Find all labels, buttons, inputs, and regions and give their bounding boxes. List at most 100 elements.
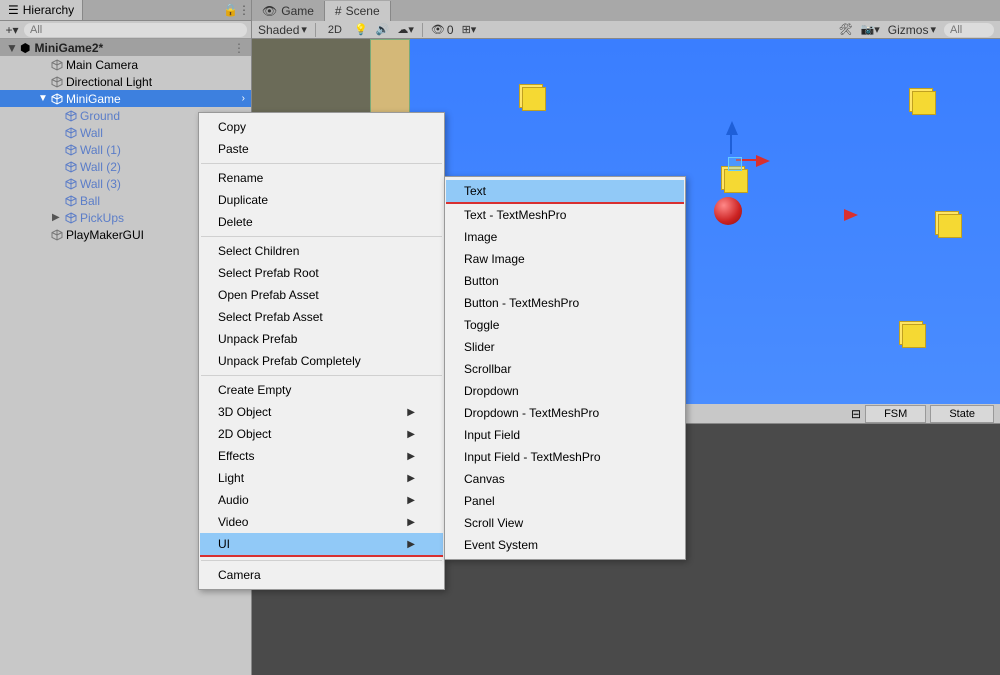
menu-icon[interactable]: ⋮	[237, 3, 251, 17]
scene-options-icon[interactable]: ⋮	[233, 41, 251, 55]
gizmos-dropdown[interactable]: Gizmos ▾	[888, 23, 936, 37]
hierarchy-item-label: PlayMakerGUI	[66, 228, 144, 242]
menu-item-create-empty[interactable]: Create Empty	[200, 379, 443, 401]
menu-item-rename[interactable]: Rename	[200, 167, 443, 189]
menu-item-input-field-textmeshpro[interactable]: Input Field - TextMeshPro	[446, 446, 684, 468]
ball-object[interactable]	[714, 197, 742, 225]
menu-item-input-field[interactable]: Input Field	[446, 424, 684, 446]
menu-item-audio[interactable]: Audio▶	[200, 489, 443, 511]
scene-name: MiniGame2*	[34, 41, 103, 55]
fx-icon[interactable]: ☁▾	[397, 23, 414, 36]
add-button[interactable]: +▾	[4, 22, 20, 38]
expand-icon[interactable]: ▶	[52, 212, 62, 223]
transform-gizmo-secondary[interactable]	[796, 193, 836, 233]
state-button[interactable]: State	[930, 405, 994, 423]
tab-game[interactable]: 👁 Game	[252, 1, 325, 21]
menu-item-text-textmeshpro[interactable]: Text - TextMeshPro	[446, 204, 684, 226]
pickup-cube[interactable]	[902, 324, 928, 350]
submenu-arrow-icon: ▶	[377, 407, 415, 418]
scene-tab-bar: 👁 Game # Scene	[252, 0, 1000, 21]
menu-item-dropdown-textmeshpro[interactable]: Dropdown - TextMeshPro	[446, 402, 684, 424]
hierarchy-item[interactable]: Main Camera	[0, 56, 251, 73]
menu-item-slider[interactable]: Slider	[446, 336, 684, 358]
menu-item-duplicate[interactable]: Duplicate	[200, 189, 443, 211]
hierarchy-item[interactable]: Directional Light	[0, 73, 251, 90]
expand-icon[interactable]: ▼	[38, 93, 48, 104]
scene-search-input[interactable]	[944, 23, 994, 37]
menu-item-label: Input Field - TextMeshPro	[464, 450, 601, 464]
mode-2d-button[interactable]: 2D	[324, 24, 346, 36]
menu-item-event-system[interactable]: Event System	[446, 534, 684, 556]
menu-item-label: Light	[218, 471, 244, 485]
context-menu-main: CopyPaste RenameDuplicateDelete Select Chi…	[198, 112, 445, 590]
fsm-button[interactable]: FSM	[865, 405, 926, 423]
menu-item-label: Input Field	[464, 428, 520, 442]
lock-icon[interactable]: 🔒	[223, 3, 237, 17]
menu-item-text[interactable]: Text	[446, 180, 684, 202]
menu-item-2d-object[interactable]: 2D Object▶	[200, 423, 443, 445]
tools-icon[interactable]: 🛠	[839, 23, 853, 36]
pickup-cube[interactable]	[912, 91, 938, 117]
menu-item-canvas[interactable]: Canvas	[446, 468, 684, 490]
hierarchy-item-label: Wall (2)	[80, 160, 121, 174]
menu-item-image[interactable]: Image	[446, 226, 684, 248]
game-tab-label: Game	[281, 4, 314, 18]
tab-scene[interactable]: # Scene	[325, 1, 391, 21]
menu-item-label: Open Prefab Asset	[218, 288, 319, 302]
menu-item-toggle[interactable]: Toggle	[446, 314, 684, 336]
menu-item-label: Unpack Prefab Completely	[218, 354, 361, 368]
gameobject-icon	[50, 58, 64, 72]
menu-item-label: Camera	[218, 568, 261, 582]
menu-item-ui[interactable]: UI▶	[200, 533, 443, 555]
scene-header-row[interactable]: ▼ ⬢ MiniGame2* ⋮	[0, 39, 251, 56]
menu-item-label: Button - TextMeshPro	[464, 296, 579, 310]
hierarchy-item-label: Wall (1)	[80, 143, 121, 157]
menu-item-raw-image[interactable]: Raw Image	[446, 248, 684, 270]
menu-item-panel[interactable]: Panel	[446, 490, 684, 512]
menu-item-open-prefab-asset[interactable]: Open Prefab Asset	[200, 284, 443, 306]
camera-icon[interactable]: 📷▾	[861, 23, 880, 36]
prefab-arrow-icon[interactable]: ›	[242, 93, 251, 104]
visibility-toggle[interactable]: 👁0	[431, 23, 454, 37]
menu-item-paste[interactable]: Paste	[200, 138, 443, 160]
menu-item-video[interactable]: Video▶	[200, 511, 443, 533]
audio-icon[interactable]: 🔊	[376, 23, 390, 36]
menu-item-unpack-prefab[interactable]: Unpack Prefab	[200, 328, 443, 350]
menu-item-camera[interactable]: Camera	[200, 564, 443, 586]
menu-item-scrollbar[interactable]: Scrollbar	[446, 358, 684, 380]
menu-item-dropdown[interactable]: Dropdown	[446, 380, 684, 402]
hierarchy-item[interactable]: ▼ MiniGame ›	[0, 90, 251, 107]
pickup-cube[interactable]	[938, 214, 964, 240]
hierarchy-item-label: MiniGame	[66, 92, 121, 106]
menu-item-label: Button	[464, 274, 499, 288]
menu-item-select-prefab-asset[interactable]: Select Prefab Asset	[200, 306, 443, 328]
expand-icon[interactable]: ▼	[6, 41, 16, 55]
menu-item-button[interactable]: Button	[446, 270, 684, 292]
menu-item-select-prefab-root[interactable]: Select Prefab Root	[200, 262, 443, 284]
menu-item-effects[interactable]: Effects▶	[200, 445, 443, 467]
menu-item-scroll-view[interactable]: Scroll View	[446, 512, 684, 534]
menu-item-light[interactable]: Light▶	[200, 467, 443, 489]
gameobject-icon	[64, 160, 78, 174]
grid-icon[interactable]: ⊞▾	[462, 23, 477, 36]
hierarchy-tab[interactable]: ☰ Hierarchy	[0, 0, 83, 20]
menu-item-label: Dropdown - TextMeshPro	[464, 406, 599, 420]
menu-item-3d-object[interactable]: 3D Object▶	[200, 401, 443, 423]
menu-item-copy[interactable]: Copy	[200, 116, 443, 138]
menu-item-label: Select Prefab Asset	[218, 310, 323, 324]
transform-gizmo[interactable]	[708, 139, 748, 179]
collapse-icon[interactable]: ⊟	[851, 407, 861, 421]
hierarchy-search-input[interactable]	[24, 23, 247, 37]
gameobject-icon	[50, 75, 64, 89]
menu-item-select-children[interactable]: Select Children	[200, 240, 443, 262]
hierarchy-tab-bar: ☰ Hierarchy 🔒 ⋮	[0, 0, 251, 21]
light-icon[interactable]: 💡	[354, 23, 368, 36]
pickup-cube[interactable]	[522, 87, 548, 113]
scene-icon: #	[335, 4, 342, 18]
menu-item-delete[interactable]: Delete	[200, 211, 443, 233]
hierarchy-icon: ☰	[8, 3, 19, 17]
menu-item-unpack-prefab-completely[interactable]: Unpack Prefab Completely	[200, 350, 443, 372]
gameobject-icon	[64, 143, 78, 157]
menu-item-button-textmeshpro[interactable]: Button - TextMeshPro	[446, 292, 684, 314]
shading-dropdown[interactable]: Shaded ▾	[258, 23, 307, 37]
